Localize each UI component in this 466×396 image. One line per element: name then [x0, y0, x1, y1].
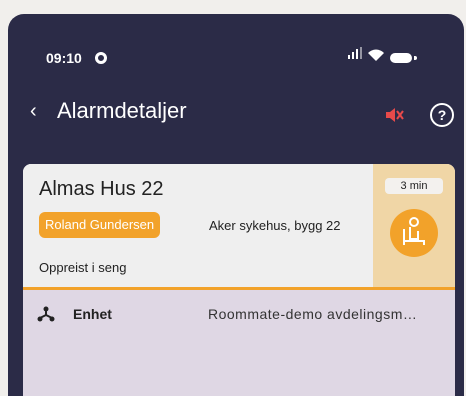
- status-bar: 09:10: [8, 14, 464, 76]
- alarm-card-info: Almas Hus 22 Roland Gundersen Aker sykeh…: [23, 164, 373, 287]
- location-text: Aker sykehus, bygg 22: [209, 218, 341, 233]
- room-name: Almas Hus 22: [39, 178, 164, 200]
- unit-value: Roommate-demo avdelingsm…: [208, 306, 418, 322]
- status-time: 09:10: [46, 50, 82, 66]
- help-button[interactable]: ?: [430, 103, 454, 127]
- elapsed-time-badge: 3 min: [385, 178, 443, 194]
- details-section: Enhet Roommate-demo avdelingsm…: [23, 290, 455, 396]
- back-button[interactable]: ‹: [30, 100, 37, 123]
- out-of-bed-icon: [390, 209, 438, 257]
- unit-hierarchy-icon: [37, 306, 55, 322]
- notification-dot-icon: [95, 52, 107, 64]
- mute-icon[interactable]: [383, 104, 405, 126]
- alarm-card[interactable]: Almas Hus 22 Roland Gundersen Aker sykeh…: [23, 164, 455, 396]
- battery-icon: [390, 53, 412, 63]
- alarm-status: Oppreist i seng: [39, 260, 127, 275]
- signal-icon: [348, 47, 362, 59]
- person-badge: Roland Gundersen: [39, 212, 161, 238]
- unit-label: Enhet: [73, 306, 112, 322]
- page-title: Alarmdetaljer: [57, 98, 187, 123]
- alarm-side-panel: 3 min: [373, 164, 455, 287]
- phone-screen: 09:10 ‹ Alarmdetaljer ? Almas Hus 22 Rol…: [8, 14, 464, 396]
- battery-tip: [414, 56, 417, 60]
- wifi-icon: [368, 49, 384, 61]
